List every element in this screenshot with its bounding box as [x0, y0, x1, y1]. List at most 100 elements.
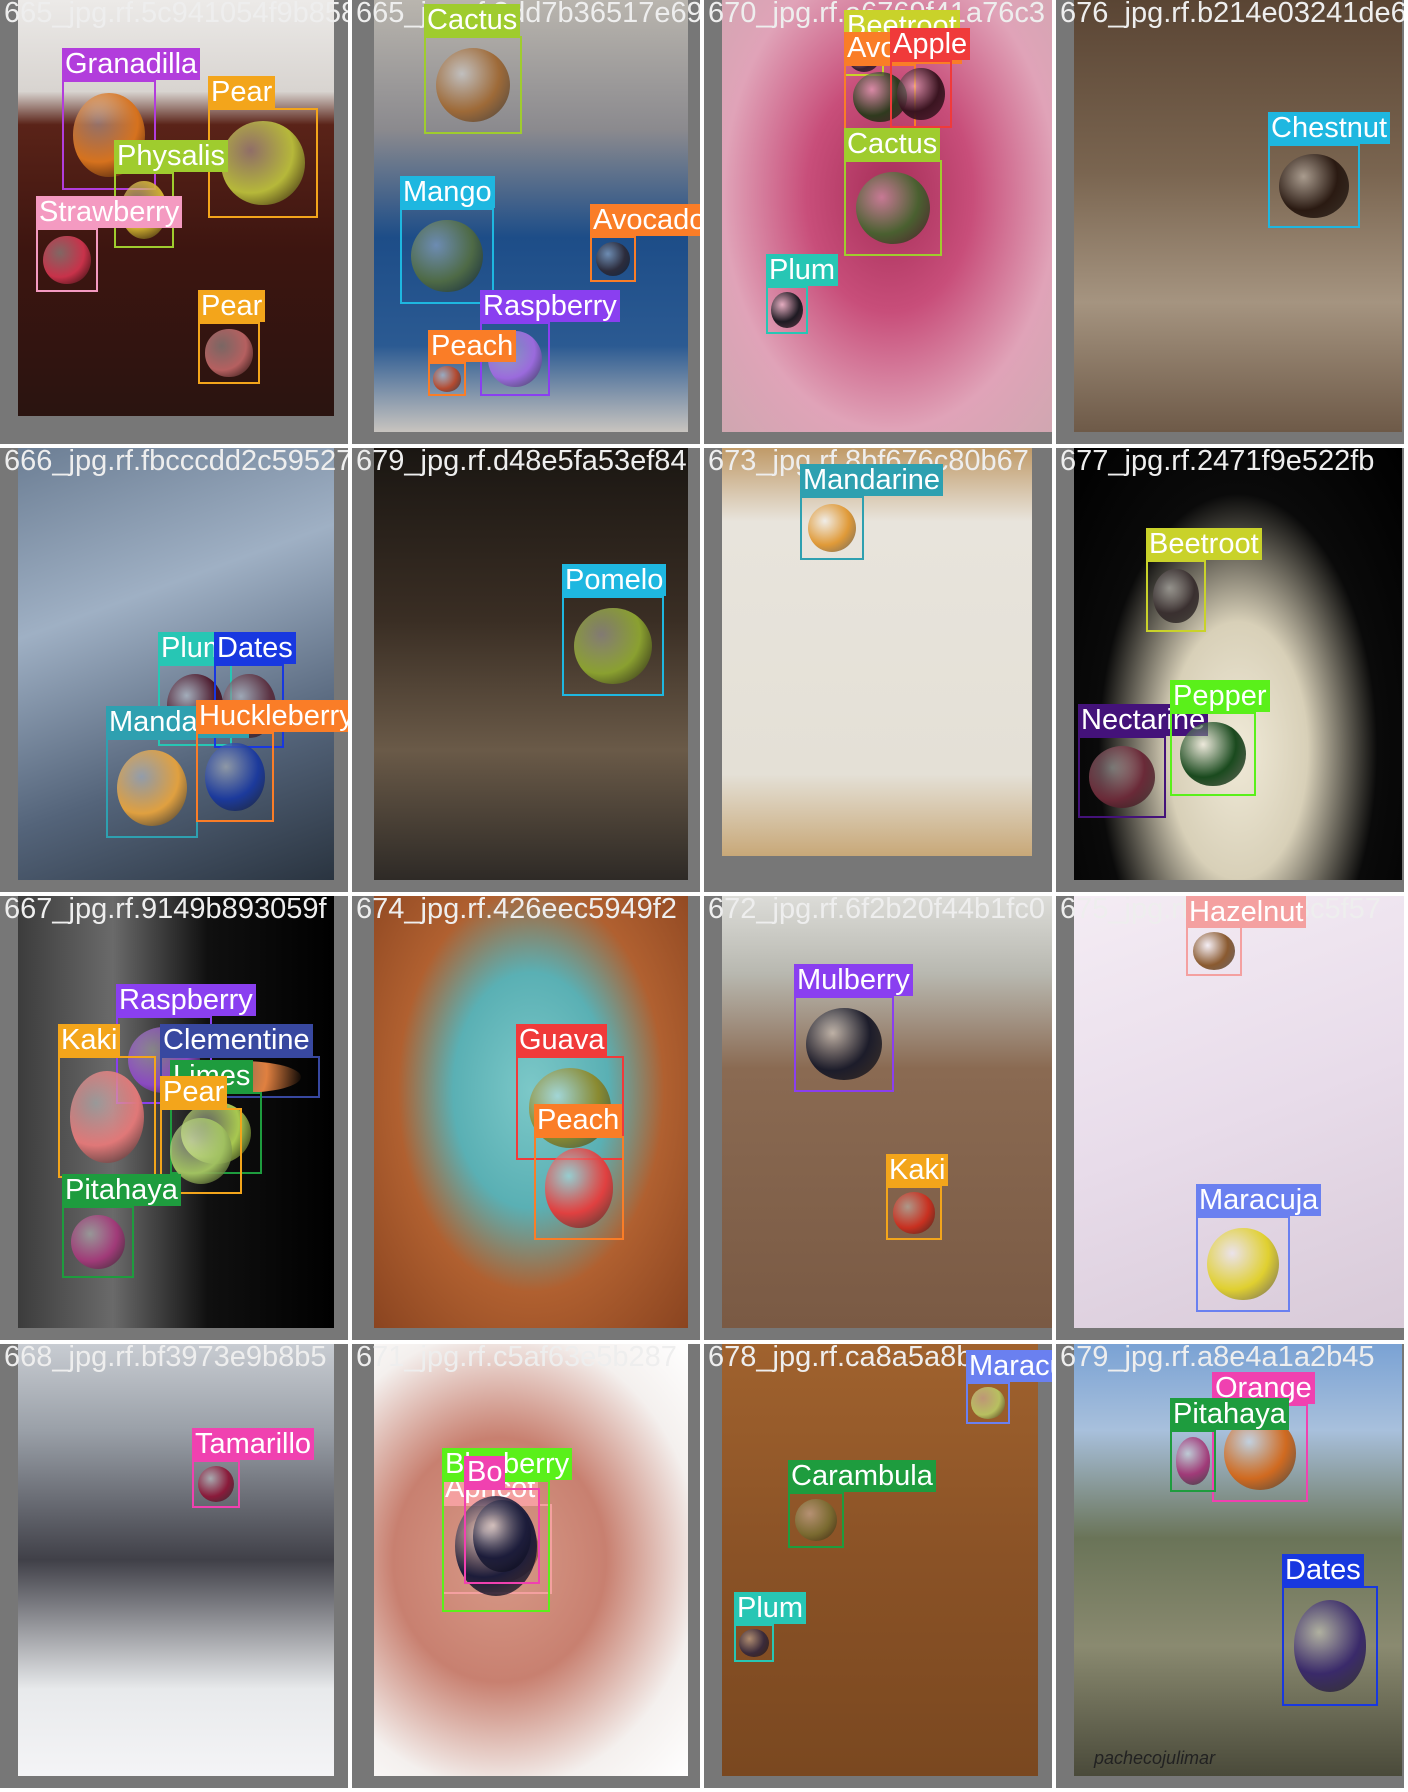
- box-label: Blueberry: [442, 1448, 573, 1480]
- bounding-box: [58, 1056, 156, 1178]
- image-tile: 678_jpg.rf.ca8a5a8bMaracuja Carambula Plum: [704, 1344, 1052, 1788]
- bounding-box: [62, 1206, 134, 1278]
- bounding-box: [192, 1460, 240, 1508]
- box-label: Kaki: [886, 1154, 949, 1186]
- box-label: Pear: [198, 290, 266, 322]
- image-tile: 665_jpg.rf.5c941054f9b85813GranadillaPea…: [0, 0, 348, 444]
- box-label: Granadilla: [62, 48, 201, 80]
- bounding-box: [734, 1624, 774, 1662]
- box-label: Mulberry: [794, 964, 913, 996]
- image-tile: 675_jpg.rf.7a8e2e3c5f57HazelnutMaracuja: [1056, 896, 1404, 1340]
- bounding-box: [1146, 560, 1206, 632]
- box-label: Tamarillo: [192, 1428, 315, 1460]
- box-label: Apple: [890, 28, 971, 60]
- box-label: Pear: [208, 76, 276, 108]
- box-label: Strawberry: [36, 196, 183, 228]
- tile-filename: 676_jpg.rf.b214e03241de6: [1060, 0, 1404, 29]
- tile-filename: 674_jpg.rf.426eec5949f2: [356, 896, 677, 925]
- tile-filename: 672_jpg.rf.6f2b20f44b1fc0: [708, 896, 1045, 925]
- bounding-box: [428, 362, 466, 396]
- tile-filename: 679_jpg.rf.d48e5fa53ef84: [356, 448, 687, 477]
- box-label: Physalis: [114, 140, 228, 172]
- bounding-box: [844, 160, 942, 256]
- box-label: Dates: [1282, 1554, 1364, 1586]
- tile-photo: [722, 448, 1032, 856]
- box-label: Guava: [516, 1024, 608, 1056]
- box-label: Carambula: [788, 1460, 936, 1492]
- box-label: Beetroot: [1146, 528, 1262, 560]
- image-tile: 676_jpg.rf.b214e03241de6 Chestnut: [1056, 0, 1404, 444]
- bounding-box: [198, 322, 260, 384]
- bounding-box: [196, 732, 274, 822]
- box-label: Mandarine: [800, 464, 944, 496]
- image-tile: 671_jpg.rf.c5af63e5b287 Apricot Blueberry B…: [352, 1344, 700, 1788]
- image-tile: 677_jpg.rf.2471f9e522fb Beetroot Nectarine…: [1056, 448, 1404, 892]
- bounding-box: [106, 738, 198, 838]
- box-label: Cactus: [844, 128, 941, 160]
- box-label: Pepper: [1170, 680, 1270, 712]
- box-label: Peach: [534, 1104, 623, 1136]
- box-label: Mango: [400, 176, 495, 208]
- box-label: Maracuja: [1196, 1184, 1322, 1216]
- image-tile: 679_jpg.rf.a8e4a1a2b45 Orange Pitahaya Date…: [1056, 1344, 1404, 1788]
- image-tile: 673_jpg.rf.8bf676c80b67 Mandarine: [704, 448, 1052, 892]
- watermark-text: pachecojulimar: [1094, 1748, 1216, 1768]
- tile-filename: 678_jpg.rf.ca8a5a8b: [708, 1344, 973, 1373]
- box-label: Chestnut: [1268, 112, 1391, 144]
- bounding-box: [590, 236, 636, 282]
- bounding-box: [36, 228, 98, 292]
- bounding-box: [464, 1488, 540, 1584]
- image-tile: 679_jpg.rf.d48e5fa53ef84 Pomelo: [352, 448, 700, 892]
- bounding-box: [1170, 712, 1256, 796]
- box-label: Clementine: [160, 1024, 313, 1056]
- box-label: Dates: [214, 632, 296, 664]
- image-tile: 665_jpg.rf.3dd7b36517e690 Cactus Mango Avoc…: [352, 0, 700, 444]
- bounding-box: [424, 36, 522, 134]
- box-label: Huckleberry: [196, 700, 348, 732]
- tile-filename: 667_jpg.rf.9149b893059f: [4, 896, 327, 925]
- image-tile: 668_jpg.rf.bf3973e9b8b5 Tamarillo: [0, 1344, 348, 1788]
- bounding-box: [1170, 1430, 1216, 1492]
- mosaic-grid: 665_jpg.rf.5c941054f9b85813GranadillaPea…: [0, 0, 1408, 1792]
- bounding-box: [788, 1492, 844, 1548]
- box-label: Plum: [766, 254, 839, 286]
- image-tile: 666_jpg.rf.fbcccdd2c59527 Plum Dates Mandar…: [0, 448, 348, 892]
- box-label: Bo: [464, 1456, 506, 1488]
- box-label: Raspberry: [480, 290, 620, 322]
- bounding-box: [1282, 1586, 1378, 1706]
- image-tile: 672_jpg.rf.6f2b20f44b1fc0 Mulberry Kaki: [704, 896, 1052, 1340]
- bounding-box: [890, 60, 952, 128]
- box-label: Avocado: [590, 204, 700, 236]
- box-label: Raspberry: [116, 984, 256, 1016]
- bounding-box: [966, 1382, 1010, 1424]
- image-tile: 667_jpg.rf.9149b893059f Raspberry Clementi…: [0, 896, 348, 1340]
- bounding-box: [1268, 144, 1360, 228]
- tile-filename: 677_jpg.rf.2471f9e522fb: [1060, 448, 1375, 477]
- bounding-box: [534, 1136, 624, 1240]
- box-label: Maracuja: [966, 1350, 1052, 1382]
- box-label: Pear: [160, 1076, 228, 1108]
- tile-filename: 666_jpg.rf.fbcccdd2c59527: [4, 448, 348, 477]
- tile-photo: [722, 896, 1052, 1328]
- box-label: Hazelnut: [1186, 896, 1307, 928]
- bounding-box: [800, 496, 864, 560]
- box-label: Kaki: [58, 1024, 121, 1056]
- bounding-box: [886, 1186, 942, 1240]
- bounding-box: [1196, 1216, 1290, 1312]
- tile-filename: 665_jpg.rf.5c941054f9b85813: [4, 0, 348, 29]
- bounding-box: [562, 596, 664, 696]
- image-tile: 670_jpg.rf.a6769f41a76c3BeetrootAvocadoA…: [704, 0, 1052, 444]
- box-label: Pitahaya: [62, 1174, 181, 1206]
- tile-photo: [18, 1344, 334, 1776]
- box-label: Pitahaya: [1170, 1398, 1289, 1430]
- bounding-box: [794, 996, 894, 1092]
- tile-filename: 668_jpg.rf.bf3973e9b8b5: [4, 1344, 327, 1373]
- tile-filename: 679_jpg.rf.a8e4a1a2b45: [1060, 1344, 1375, 1373]
- box-label: Cactus: [424, 4, 521, 36]
- box-label: Peach: [428, 330, 517, 362]
- box-label: Plum: [734, 1592, 807, 1624]
- bounding-box: [766, 286, 808, 334]
- bounding-box: [1186, 926, 1242, 976]
- tile-filename: 671_jpg.rf.c5af63e5b287: [356, 1344, 677, 1373]
- tile-filename: 665_jpg.rf.3dd7b36517e690: [356, 0, 700, 29]
